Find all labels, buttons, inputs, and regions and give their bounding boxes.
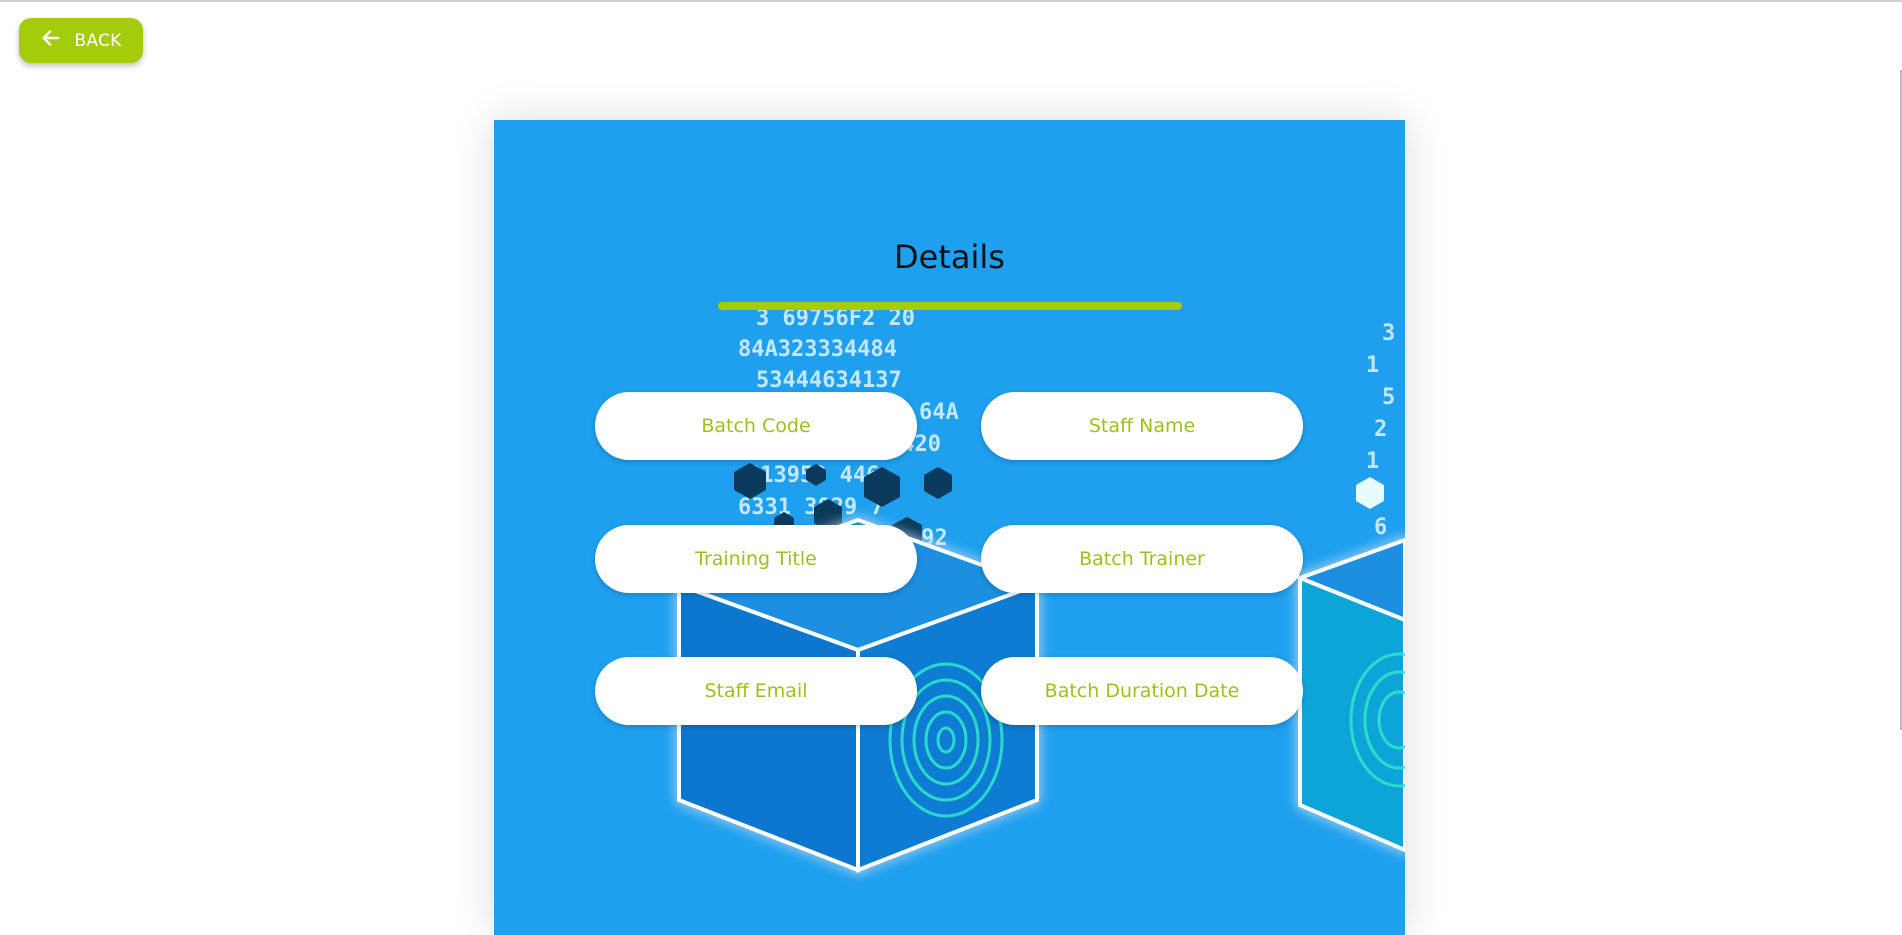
svg-text:5: 5 xyxy=(1382,385,1395,410)
batch-trainer-field[interactable]: Batch Trainer xyxy=(981,525,1303,593)
training-title-label: Training Title xyxy=(695,548,817,570)
svg-text:6331 3829 7: 6331 3829 7 xyxy=(738,495,884,520)
details-panel: 3 69756F2 20 84A323334484 53444634137 64… xyxy=(494,120,1405,935)
svg-text:84A323334484: 84A323334484 xyxy=(738,337,897,362)
arrow-left-icon xyxy=(40,27,62,54)
svg-text:3: 3 xyxy=(1382,321,1395,346)
batch-trainer-label: Batch Trainer xyxy=(1079,548,1205,570)
batch-code-label: Batch Code xyxy=(701,415,811,437)
svg-text:2: 2 xyxy=(1374,417,1387,442)
training-title-field[interactable]: Training Title xyxy=(595,525,917,593)
svg-text:64A: 64A xyxy=(919,400,959,425)
top-border xyxy=(0,0,1902,2)
batch-code-field[interactable]: Batch Code xyxy=(595,392,917,460)
staff-name-field[interactable]: Staff Name xyxy=(981,392,1303,460)
batch-duration-date-field[interactable]: Batch Duration Date xyxy=(981,657,1303,725)
title-underline xyxy=(718,302,1182,310)
svg-text:53444634137: 53444634137 xyxy=(756,368,902,393)
svg-text:6: 6 xyxy=(1374,515,1387,540)
staff-name-label: Staff Name xyxy=(1088,415,1196,437)
svg-text:1: 1 xyxy=(1366,353,1379,378)
back-button[interactable]: BACK xyxy=(19,18,143,63)
svg-text:1: 1 xyxy=(1366,449,1379,474)
staff-email-label: Staff Email xyxy=(704,680,808,702)
page-title: Details xyxy=(894,238,1005,276)
back-label: BACK xyxy=(74,30,122,51)
staff-email-field[interactable]: Staff Email xyxy=(595,657,917,725)
batch-duration-date-label: Batch Duration Date xyxy=(1044,680,1240,702)
